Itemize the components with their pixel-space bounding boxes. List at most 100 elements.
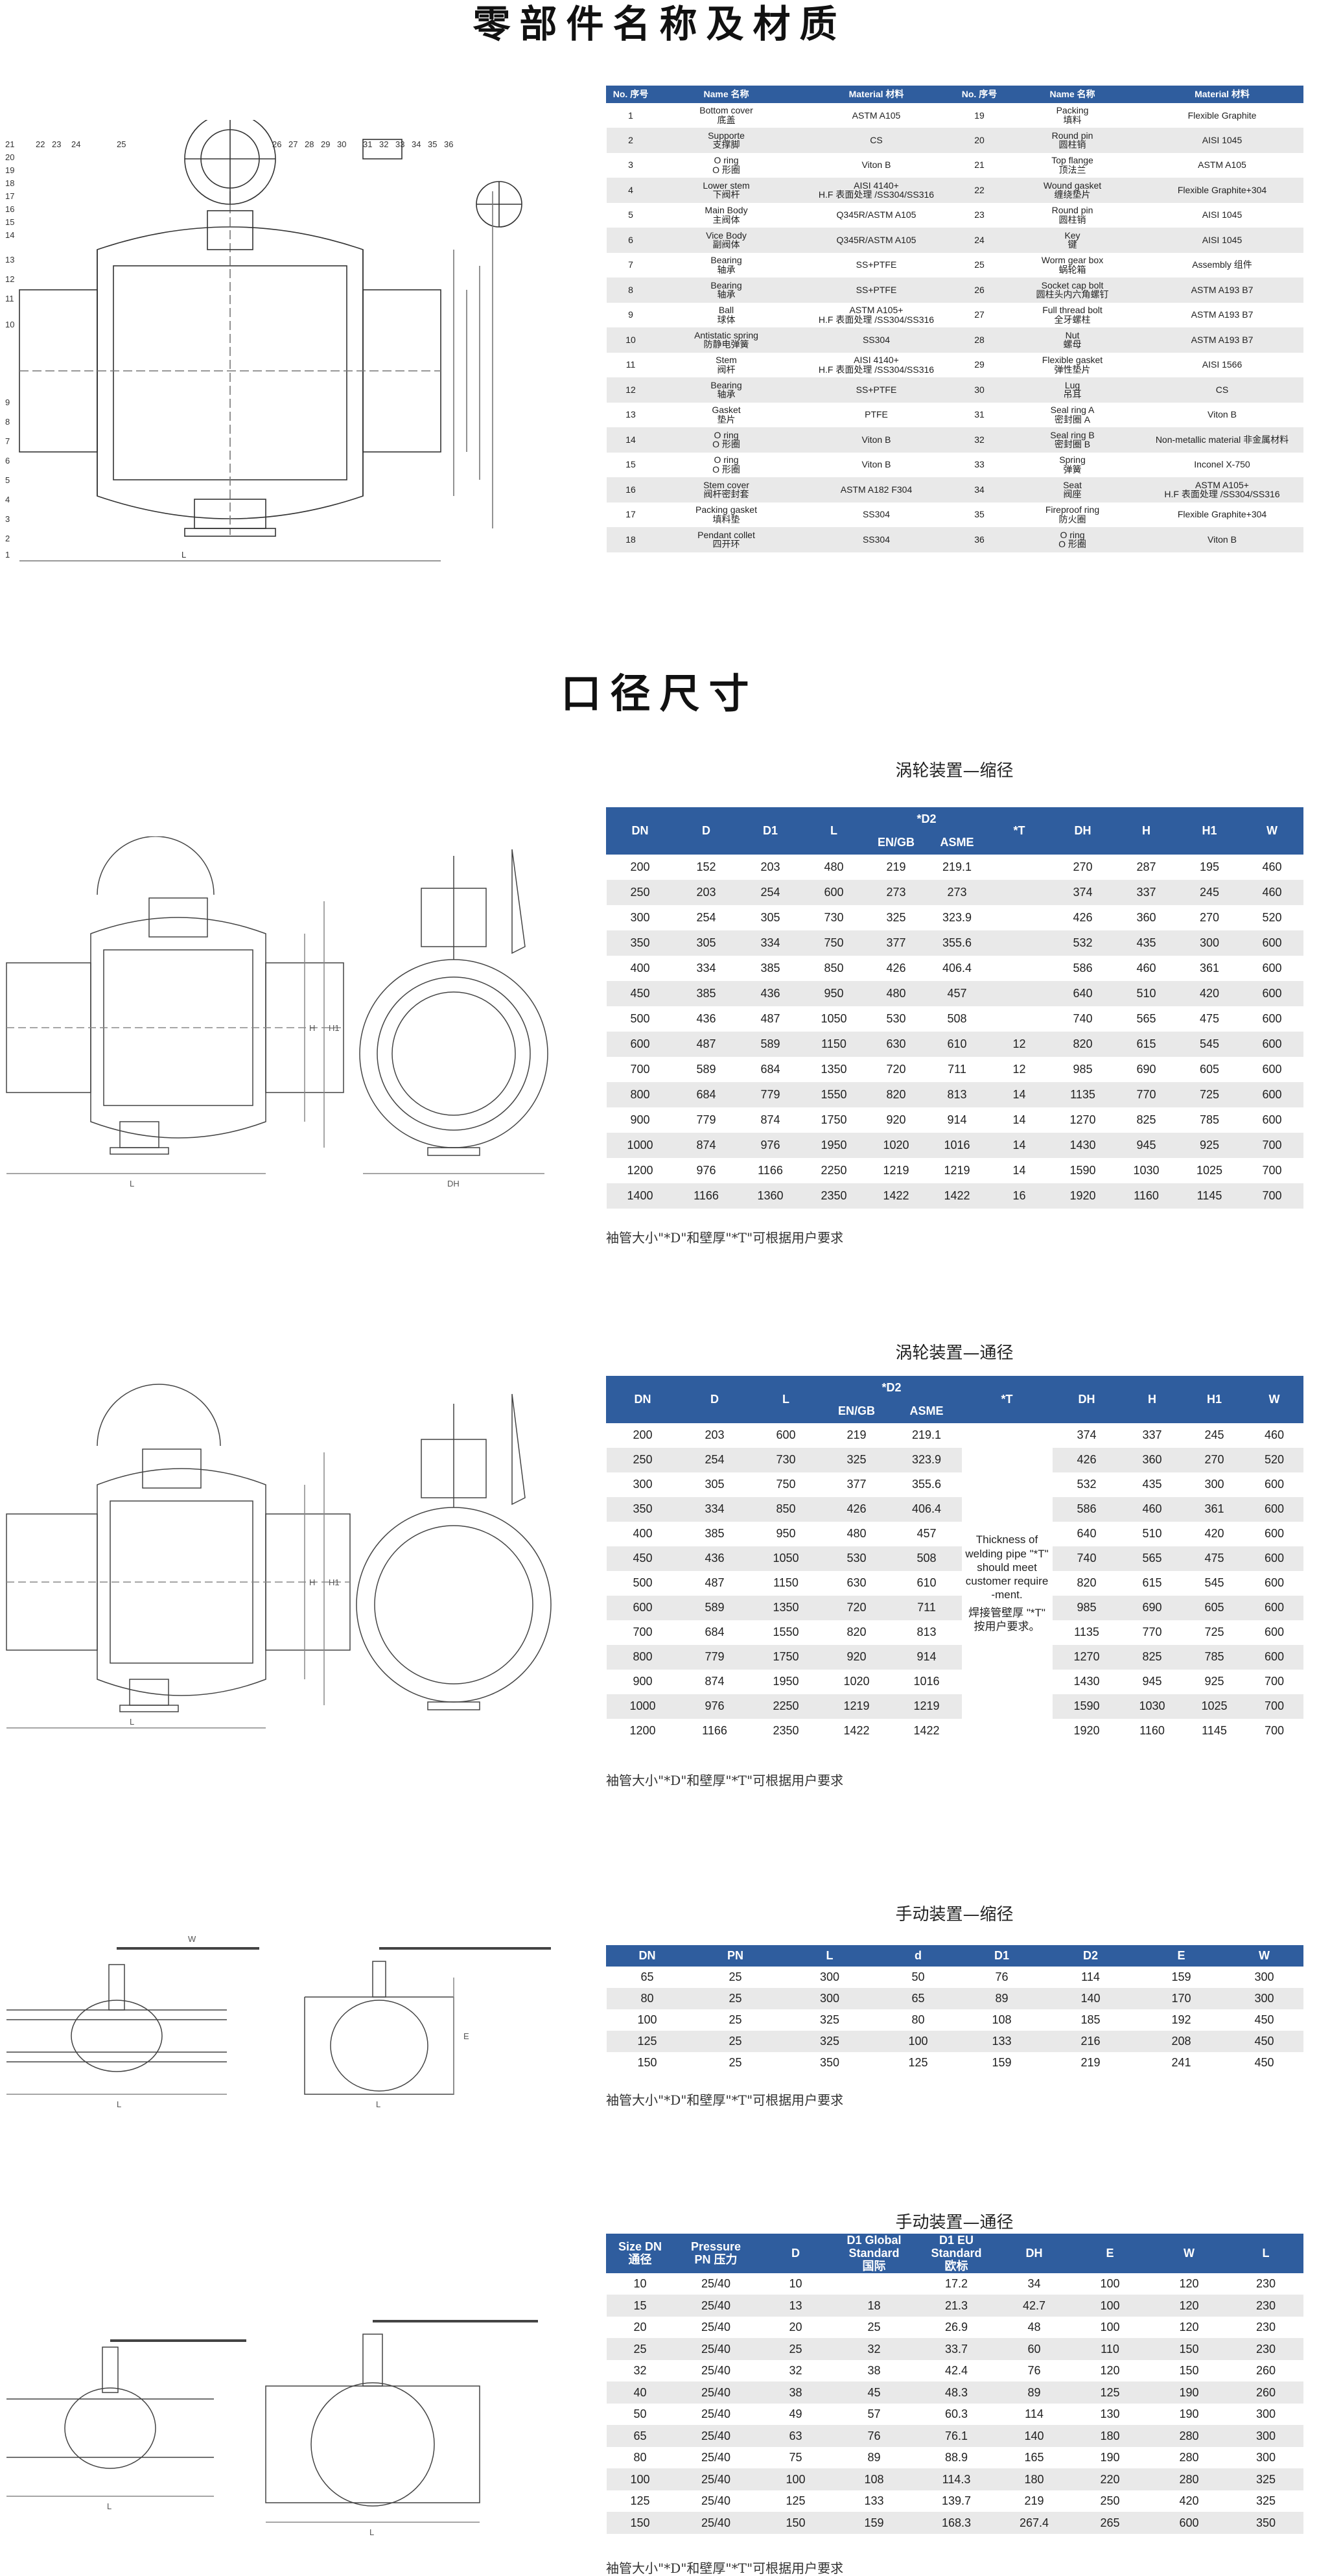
table1-cell: 813	[926, 1081, 988, 1107]
table1-cell: 1920	[1051, 1183, 1115, 1209]
part-material-text: Viton B	[861, 160, 891, 171]
part-material: Flexible Graphite+304	[1141, 502, 1303, 527]
part-name-cn: 垫片	[717, 414, 736, 425]
table4-cell: 25/40	[673, 2316, 758, 2339]
table1-cell: 385	[673, 980, 739, 1006]
table4-cell: 260	[1228, 2359, 1303, 2382]
table1-cell: 361	[1178, 955, 1241, 981]
part-name-en: O ring	[714, 429, 739, 440]
table4-cell: 150	[758, 2512, 834, 2534]
table4-cell: 300	[1228, 2403, 1303, 2426]
table4-cell: 32	[833, 2338, 915, 2360]
table1-cell: 436	[738, 980, 802, 1006]
part-name: Socket cap bolt 圆柱头内六角螺钉	[1003, 278, 1141, 303]
table3-cell: 25	[688, 2051, 783, 2074]
part-no: 1	[606, 102, 655, 128]
part-no: 18	[606, 527, 655, 552]
table2-cell: 203	[679, 1423, 751, 1448]
table2-cell: 1025	[1183, 1694, 1246, 1719]
parts-row: 15 O ring O 形圈 Viton B 33 Spring 弹簧 Inconel X-7…	[606, 452, 1303, 477]
part-name-cn: 轴承	[717, 264, 736, 275]
part-material: AISI 1566	[1141, 352, 1303, 377]
part-no: 12	[606, 377, 655, 403]
part-name: Flexible gasket 弹性垫片	[1003, 352, 1141, 377]
part-name: Stem 阀杆	[655, 352, 798, 377]
part-material-text: ASTM A193 B7	[1191, 284, 1254, 295]
table4-cell: 280	[1149, 2425, 1229, 2447]
table1-cell: 1219	[926, 1157, 988, 1183]
svg-text:H1: H1	[329, 1023, 340, 1033]
part-material-treatment: H.F 表面处理 /SS304/SS316	[818, 364, 935, 375]
part-material: Q345R/ASTM A105	[797, 202, 955, 228]
part-material-text: Viton B	[861, 459, 891, 470]
table3-cell: 100	[606, 2009, 688, 2031]
table4-cell: 38	[833, 2359, 915, 2382]
part-name: O ring O 形圈	[655, 152, 798, 178]
table4-cell: 42.4	[915, 2359, 998, 2382]
table4-cell: 250	[1070, 2490, 1150, 2512]
table1-cell: 684	[673, 1081, 739, 1107]
part-name: Spring 弹簧	[1003, 452, 1141, 477]
parts-row: 16 Stem cover 阀杆密封套 ASTM A182 F304 34 Seat 阀座 A…	[606, 477, 1303, 502]
table2-cell: 1135	[1052, 1620, 1121, 1645]
parts-row: 4 Lower stem 下阀杆 AISI 4140+ H.F 表面处理 /SS304/…	[606, 178, 1303, 203]
t2-h-d: D	[679, 1376, 751, 1423]
svg-text:14: 14	[5, 230, 14, 240]
table1-cell: 337	[1114, 879, 1178, 905]
table4-cell: 25/40	[673, 2403, 758, 2426]
t1-h-d2: *D2	[865, 807, 988, 831]
table1-cell: 530	[865, 1006, 927, 1032]
table1-cell: 820	[1051, 1031, 1115, 1057]
svg-text:DH: DH	[447, 1179, 460, 1188]
table4-cell: 15	[606, 2295, 674, 2317]
table4-cell: 60	[998, 2338, 1071, 2360]
part-material-text: Inconel X-750	[1194, 459, 1250, 470]
part-name-en: Vice Body	[706, 230, 747, 241]
part-name-cn: 顶法兰	[1058, 164, 1086, 175]
table1-cell: 874	[738, 1107, 802, 1133]
table4-cell: 190	[1070, 2446, 1150, 2469]
table2-cell: 1422	[821, 1718, 892, 1743]
t1-h-h: H	[1114, 807, 1179, 855]
part-name: Gasket 垫片	[655, 402, 798, 427]
table2-cell: 825	[1121, 1644, 1184, 1670]
part-no: 7	[606, 252, 655, 278]
table4-cell: 260	[1228, 2381, 1303, 2404]
table4-cell: 280	[1149, 2468, 1229, 2490]
part-name: Lug 吊耳	[1003, 377, 1141, 403]
t4-h-d1-eu: D1 EU Standard 欧标	[915, 2233, 998, 2274]
table3-cell: 450	[1225, 2030, 1303, 2052]
table2-cell: 532	[1052, 1472, 1121, 1497]
table1-cell: 589	[738, 1031, 802, 1057]
svg-text:3: 3	[5, 514, 10, 524]
table4-cell: 65	[606, 2425, 674, 2447]
table4-cell: 280	[1149, 2446, 1229, 2469]
part-no: 20	[955, 128, 1004, 153]
table1-cell: 700	[1241, 1132, 1303, 1158]
part-material: SS304	[797, 502, 955, 527]
table4-cell: 140	[998, 2425, 1071, 2447]
table3-cell: 241	[1137, 2051, 1226, 2074]
part-name-en: Round pin	[1051, 205, 1093, 216]
table2: DN D L *D2 *T DH H H1 W EN/GB ASME 200 20…	[606, 1376, 1304, 1743]
part-name-cn: 密封圈 A	[1054, 414, 1091, 425]
table1-cell: 1166	[673, 1183, 739, 1209]
part-material: Viton B	[1141, 402, 1303, 427]
table1-cell: 1025	[1178, 1157, 1241, 1183]
part-material: Q345R/ASTM A105	[797, 228, 955, 253]
part-name-cn: 阀杆	[717, 364, 736, 375]
part-name: Lower stem 下阀杆	[655, 178, 798, 203]
part-material: Assembly 组件	[1141, 252, 1303, 278]
table4-cell: 120	[1070, 2359, 1150, 2382]
table2-cell: 420	[1183, 1521, 1246, 1546]
table1-cell: 985	[1051, 1056, 1115, 1082]
table1-cell: 350	[606, 930, 674, 956]
table2-cell: 900	[606, 1669, 679, 1694]
table4: Size DN 通径 Pressure PN 压力 D D1 Global Stand…	[606, 2233, 1303, 2534]
part-material-text: ASTM A105+	[1195, 479, 1249, 490]
part-name: Bottom cover 底盖	[655, 102, 798, 128]
part-name-en: Antistatic spring	[694, 329, 758, 340]
table1-cell: 1219	[865, 1157, 927, 1183]
table2-cell: 1219	[891, 1694, 962, 1719]
part-name: Pendant collet 四开环	[655, 527, 798, 552]
